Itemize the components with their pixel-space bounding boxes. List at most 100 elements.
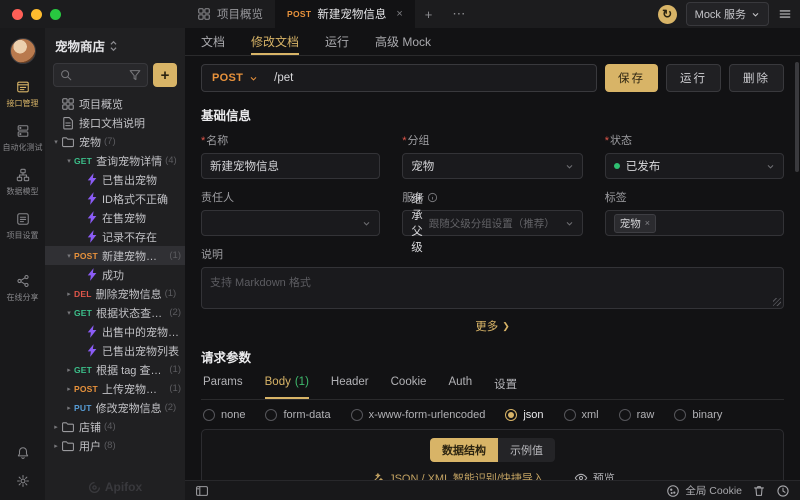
request-tab-label: Header bbox=[331, 376, 369, 392]
request-tab-Auth[interactable]: Auth bbox=[448, 376, 472, 399]
close-window-button[interactable] bbox=[12, 9, 23, 20]
tree-expander-icon[interactable]: ▾ bbox=[51, 138, 61, 146]
request-tab-Header[interactable]: Header bbox=[331, 376, 369, 399]
tree-item[interactable]: 已售出宠物 bbox=[45, 170, 185, 189]
tags-label: 标签 bbox=[605, 189, 627, 205]
document-tab[interactable]: 项目概览 bbox=[185, 0, 275, 28]
add-api-button[interactable]: + bbox=[153, 63, 177, 87]
description-textarea[interactable]: 支持 Markdown 格式 bbox=[201, 267, 784, 309]
rail-item-api-manage[interactable]: 接口管理 bbox=[0, 72, 45, 116]
body-type-radio-raw[interactable]: raw bbox=[619, 409, 655, 421]
avatar[interactable] bbox=[10, 38, 36, 64]
body-type-radio-x-www-form-urlencoded[interactable]: x-www-form-urlencoded bbox=[351, 409, 486, 421]
remove-tag-icon[interactable]: × bbox=[645, 218, 650, 228]
body-type-radio-binary[interactable]: binary bbox=[674, 409, 722, 421]
tree-item[interactable]: ▸PUT修改宠物信息(2) bbox=[45, 398, 185, 417]
body-type-radio-json[interactable]: json bbox=[505, 409, 543, 421]
rail-item-share[interactable]: 在线分享 bbox=[0, 266, 45, 310]
tree-item[interactable]: ▸店铺(4) bbox=[45, 417, 185, 436]
search-input[interactable] bbox=[53, 63, 148, 87]
maximize-window-button[interactable] bbox=[50, 9, 61, 20]
tree-expander-icon[interactable]: ▾ bbox=[64, 309, 74, 317]
radio-icon bbox=[203, 409, 215, 421]
tree-item[interactable]: ▾GET查询宠物详情(4) bbox=[45, 151, 185, 170]
tree-item[interactable]: ▸DEL删除宠物信息(1) bbox=[45, 284, 185, 303]
smart-import-link[interactable]: JSON / XML 智能识别/快捷导入 bbox=[370, 470, 544, 480]
tree-item-count: (4) bbox=[165, 155, 177, 166]
tree-item[interactable]: ▸POST上传宠物图片(1) bbox=[45, 379, 185, 398]
tree-item[interactable]: ▸GET根据 tag 查找宠物列表(1) bbox=[45, 360, 185, 379]
tree-expander-icon[interactable]: ▸ bbox=[64, 385, 74, 393]
service-select[interactable]: 继承父级跟随父级分组设置（推荐） bbox=[402, 210, 583, 236]
project-switcher-icon[interactable] bbox=[109, 40, 118, 52]
sync-icon[interactable]: ↻ bbox=[658, 5, 677, 24]
owner-select[interactable] bbox=[201, 210, 380, 236]
schema-mode-数据结构[interactable]: 数据结构 bbox=[430, 438, 498, 462]
tree-item[interactable]: ▸用户(8) bbox=[45, 436, 185, 455]
filter-icon[interactable] bbox=[128, 68, 142, 82]
request-tab-设置[interactable]: 设置 bbox=[494, 376, 517, 399]
tag-chip[interactable]: 宠物× bbox=[614, 214, 656, 233]
request-tab-Cookie[interactable]: Cookie bbox=[391, 376, 427, 399]
close-tab-icon[interactable]: × bbox=[396, 8, 402, 20]
tab-overflow-button[interactable]: ⋯ bbox=[442, 0, 475, 28]
save-button[interactable]: 保存 bbox=[605, 64, 658, 92]
document-tab[interactable]: POST新建宠物信息× bbox=[275, 0, 415, 28]
mock-service-select[interactable]: Mock 服务 bbox=[686, 2, 769, 26]
name-input[interactable]: 新建宠物信息 bbox=[201, 153, 380, 179]
tab-运行[interactable]: 运行 bbox=[325, 28, 349, 55]
tree-item-count: (7) bbox=[104, 136, 116, 147]
tree-item[interactable]: ▾GET根据状态查找宠物列表(2) bbox=[45, 303, 185, 322]
rail-item-project-settings[interactable]: 项目设置 bbox=[0, 204, 45, 248]
tree-item[interactable]: 出售中的宠物列表 bbox=[45, 322, 185, 341]
status-select[interactable]: 已发布 bbox=[605, 153, 784, 179]
path-input[interactable]: /pet bbox=[268, 72, 596, 84]
tree-expander-icon[interactable]: ▾ bbox=[64, 157, 74, 165]
menu-icon[interactable] bbox=[778, 7, 792, 21]
tree-expander-icon[interactable]: ▸ bbox=[51, 442, 61, 450]
gear-icon[interactable] bbox=[16, 474, 30, 488]
scrollbar[interactable] bbox=[795, 62, 799, 172]
group-select[interactable]: 宠物 bbox=[402, 153, 583, 179]
tree-item[interactable]: ▾宠物(7) bbox=[45, 132, 185, 151]
tab-文档[interactable]: 文档 bbox=[201, 28, 225, 55]
tree-expander-icon[interactable]: ▸ bbox=[64, 404, 74, 412]
tree-expander-icon[interactable]: ▾ bbox=[64, 252, 74, 260]
run-button[interactable]: 运行 bbox=[666, 64, 721, 92]
trash-icon[interactable] bbox=[752, 484, 766, 498]
delete-button[interactable]: 删除 bbox=[729, 64, 784, 92]
tree-item[interactable]: 在售宠物 bbox=[45, 208, 185, 227]
rail-item-data-model[interactable]: 数据模型 bbox=[0, 160, 45, 204]
tree-expander-icon[interactable]: ▸ bbox=[64, 290, 74, 298]
more-link[interactable]: 更多❯ bbox=[475, 318, 510, 334]
method-select[interactable]: POST bbox=[202, 72, 268, 84]
tab-高级 Mock[interactable]: 高级 Mock bbox=[375, 28, 431, 55]
tree-expander-icon[interactable]: ▸ bbox=[51, 423, 61, 431]
rail-item-label: 接口管理 bbox=[7, 98, 39, 109]
project-name[interactable]: 宠物商店 bbox=[55, 36, 105, 55]
body-type-radio-none[interactable]: none bbox=[203, 409, 245, 421]
tree-item[interactable]: 记录不存在 bbox=[45, 227, 185, 246]
body-type-radio-form-data[interactable]: form-data bbox=[265, 409, 330, 421]
body-type-radio-xml[interactable]: xml bbox=[564, 409, 599, 421]
request-tab-Body[interactable]: Body(1) bbox=[265, 376, 309, 399]
tags-input[interactable]: 宠物× bbox=[605, 210, 784, 236]
tree-item[interactable]: 项目概览 bbox=[45, 94, 185, 113]
tab-修改文档[interactable]: 修改文档 bbox=[251, 28, 299, 55]
tree-item[interactable]: 成功 bbox=[45, 265, 185, 284]
request-tab-Params[interactable]: Params bbox=[203, 376, 243, 399]
preview-link[interactable]: 预览 bbox=[574, 470, 615, 480]
tree-item[interactable]: 已售出宠物列表 bbox=[45, 341, 185, 360]
minimize-window-button[interactable] bbox=[31, 9, 42, 20]
tree-item[interactable]: ID格式不正确 bbox=[45, 189, 185, 208]
tree-item[interactable]: 接口文档说明 bbox=[45, 113, 185, 132]
bell-icon[interactable] bbox=[16, 446, 30, 460]
new-tab-button[interactable]: + bbox=[415, 0, 443, 28]
schema-mode-示例值[interactable]: 示例值 bbox=[498, 438, 555, 462]
global-cookie-label[interactable]: 全局 Cookie bbox=[685, 483, 742, 498]
console-panel-icon[interactable] bbox=[195, 484, 209, 498]
rail-item-auto-test[interactable]: 自动化测试 bbox=[0, 116, 45, 160]
tree-item[interactable]: ▾POST新建宠物信息(1) bbox=[45, 246, 185, 265]
clock-icon[interactable] bbox=[776, 484, 790, 498]
tree-expander-icon[interactable]: ▸ bbox=[64, 366, 74, 374]
